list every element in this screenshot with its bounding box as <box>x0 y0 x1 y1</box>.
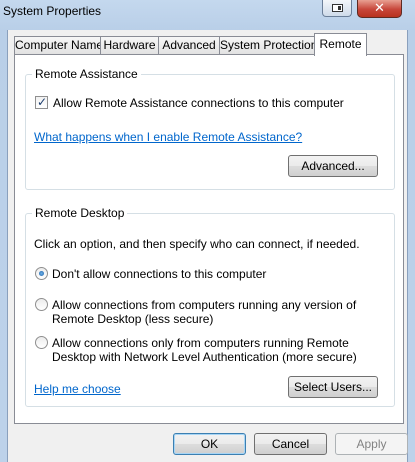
radio-dont-allow[interactable] <box>35 267 48 280</box>
apply-button[interactable]: Apply <box>335 433 408 455</box>
context-help-button[interactable] <box>322 0 352 17</box>
tab-advanced[interactable]: Advanced <box>158 36 220 54</box>
radio-allow-any-version-label-line1[interactable]: Allow connections from computers running… <box>52 298 356 312</box>
radio-allow-any-version[interactable] <box>35 298 48 311</box>
tab-hardware[interactable]: Hardware <box>100 36 159 54</box>
select-users-button[interactable]: Select Users... <box>288 376 378 398</box>
advanced-button[interactable]: Advanced... <box>288 155 378 177</box>
ok-button[interactable]: OK <box>173 433 246 455</box>
tab-computer-name[interactable]: Computer Name <box>14 36 103 54</box>
radio-allow-any-version-label-line2[interactable]: Remote Desktop (less secure) <box>52 312 213 326</box>
radio-allow-nla-only-label-line1[interactable]: Allow connections only from computers ru… <box>52 336 349 350</box>
remote-assistance-help-link[interactable]: What happens when I enable Remote Assist… <box>34 130 302 144</box>
radio-allow-nla-only[interactable] <box>35 336 48 349</box>
close-icon: ✕ <box>374 0 385 15</box>
remote-desktop-group-title: Remote Desktop <box>32 206 128 220</box>
cancel-button[interactable]: Cancel <box>254 433 327 455</box>
allow-remote-assistance-checkbox[interactable] <box>35 95 48 109</box>
help-window-icon <box>332 4 343 12</box>
tab-remote[interactable]: Remote <box>314 33 367 56</box>
close-button[interactable]: ✕ <box>357 0 402 18</box>
tab-system-protection[interactable]: System Protection <box>219 36 317 54</box>
allow-remote-assistance-label[interactable]: Allow Remote Assistance connections to t… <box>53 96 344 110</box>
remote-assistance-group-title: Remote Assistance <box>32 67 141 81</box>
window-title: System Properties <box>3 4 102 18</box>
help-me-choose-link[interactable]: Help me choose <box>34 382 121 396</box>
radio-allow-nla-only-label-line2[interactable]: Desktop with Network Level Authenticatio… <box>52 350 357 364</box>
remote-tab-panel: Remote Assistance Allow Remote Assistanc… <box>14 54 404 424</box>
remote-desktop-instruction: Click an option, and then specify who ca… <box>34 237 360 251</box>
window-frame: System Properties ✕ Computer Name Hardwa… <box>0 0 415 462</box>
radio-dont-allow-label[interactable]: Don't allow connections to this computer <box>52 267 266 281</box>
